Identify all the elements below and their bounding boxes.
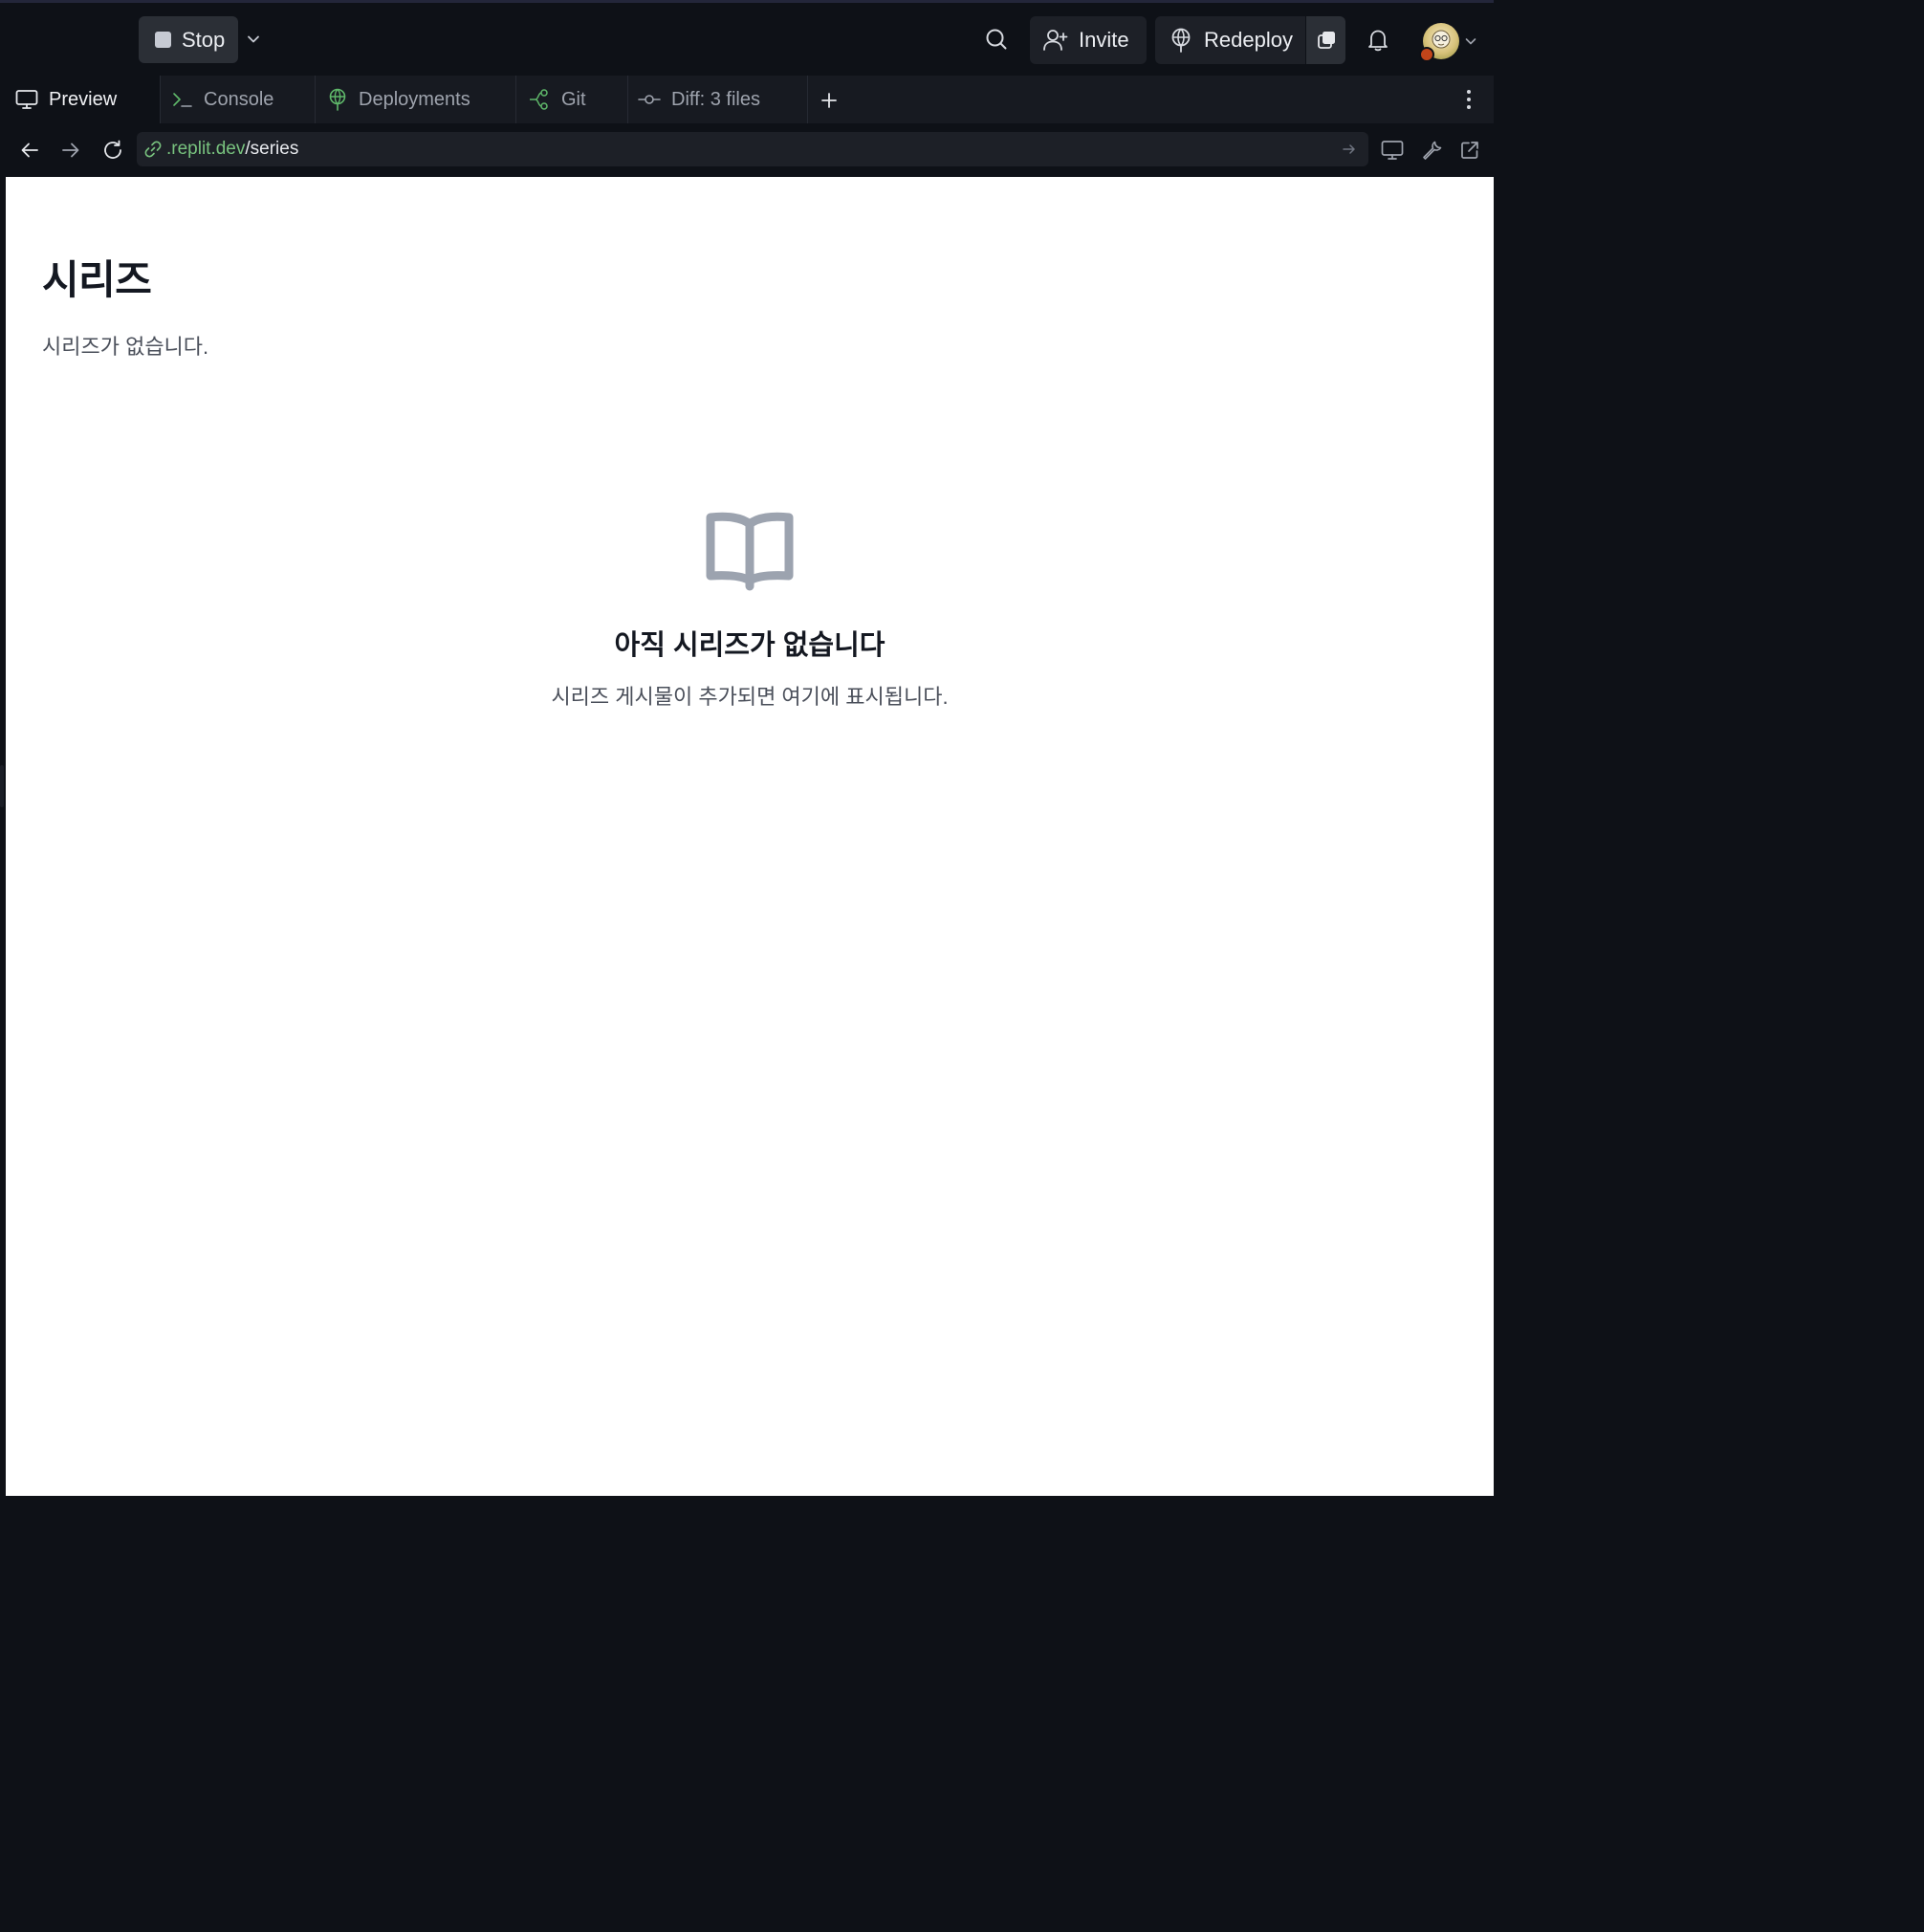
notifications-bell-icon[interactable] (1362, 24, 1394, 56)
tab-label: Git (561, 88, 586, 110)
more-options-kebab-icon[interactable] (1459, 87, 1478, 112)
tab-preview[interactable]: Preview (6, 76, 161, 123)
tab-label: Preview (49, 88, 118, 110)
stop-button[interactable]: Stop (139, 16, 238, 63)
url-host: .replit.dev (166, 139, 246, 159)
invite-button-label: Invite (1079, 28, 1129, 52)
url-path: /series (245, 139, 299, 159)
tab-bar: Preview Console Deployments Git Diff: 3 … (6, 76, 1494, 123)
git-branch-icon (530, 89, 548, 110)
page-subtitle: 시리즈가 없습니다. (42, 335, 209, 359)
git-commit-icon (638, 95, 661, 104)
account-menu-chevron-down-icon[interactable] (1463, 33, 1478, 49)
replit-workspace: Stop Invite Redeploy Preview Console Dep… (0, 0, 1494, 1500)
deployments-icon (329, 88, 346, 111)
monitor-icon (15, 90, 38, 109)
link-icon (143, 140, 163, 159)
redeploy-button[interactable]: Redeploy (1155, 16, 1305, 64)
preview-address-bar: .replit.dev/series (6, 123, 1494, 177)
open-in-new-tab-icon[interactable] (1455, 136, 1484, 165)
multiplayer-windows-icon[interactable] (1306, 16, 1345, 64)
avatar-status-badge (1419, 47, 1434, 62)
device-monitor-icon[interactable] (1378, 136, 1407, 165)
invite-button[interactable]: Invite (1030, 16, 1147, 64)
add-user-icon (1043, 30, 1068, 51)
deploy-globe-icon (1171, 28, 1191, 53)
tab-deployments[interactable]: Deployments (316, 76, 516, 123)
open-book-icon (702, 508, 798, 594)
page-title: 시리즈 (42, 257, 152, 302)
run-options-chevron-down-icon[interactable] (243, 28, 264, 51)
redeploy-button-label: Redeploy (1204, 28, 1293, 52)
devtools-wrench-icon[interactable] (1417, 136, 1446, 165)
reload-icon[interactable] (98, 136, 127, 165)
tab-diff[interactable]: Diff: 3 files (628, 76, 808, 123)
empty-state-text: 시리즈 게시물이 추가되면 여기에 표시됩니다. (551, 685, 949, 709)
tab-label: Diff: 3 files (671, 88, 760, 110)
panel-resize-handle[interactable] (0, 765, 4, 807)
search-icon[interactable] (981, 24, 1012, 55)
stop-button-label: Stop (182, 27, 226, 52)
tab-label: Console (204, 88, 274, 110)
forward-arrow-icon[interactable] (56, 136, 85, 165)
top-bar: Stop Invite Redeploy (0, 3, 1494, 76)
tab-label: Deployments (359, 88, 470, 110)
empty-state-heading: 아직 시리즈가 없습니다 (614, 630, 885, 661)
preview-page: 시리즈 시리즈가 없습니다. 아직 시리즈가 없습니다 시리즈 게시물이 추가되… (6, 177, 1494, 1496)
add-tab-plus-icon[interactable] (817, 88, 842, 113)
tab-console[interactable]: Console (161, 76, 316, 123)
url-field[interactable]: .replit.dev/series (137, 132, 1368, 166)
tab-git[interactable]: Git (516, 76, 628, 123)
go-arrow-icon[interactable] (1340, 140, 1359, 159)
terminal-icon (173, 93, 192, 107)
stop-icon (155, 32, 171, 48)
back-arrow-icon[interactable] (15, 136, 44, 165)
